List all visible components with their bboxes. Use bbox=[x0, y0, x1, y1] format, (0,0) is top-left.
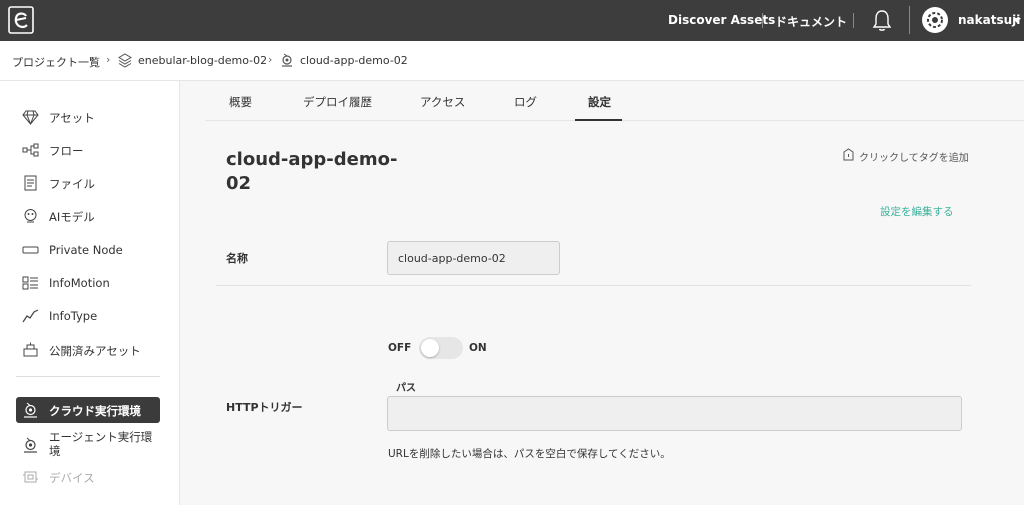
breadcrumb-current: cloud-app-demo-02 bbox=[300, 54, 408, 67]
add-tag-link[interactable]: クリックしてタグを追加 bbox=[859, 149, 969, 164]
tag-icon[interactable] bbox=[843, 148, 854, 161]
breadcrumb-separator: › bbox=[106, 53, 111, 66]
sidebar-item-label: Private Node bbox=[49, 243, 123, 257]
divider bbox=[762, 13, 763, 28]
sidebar-item-cloud-runtime[interactable]: クラウド実行環境 bbox=[16, 397, 160, 423]
tab-logs[interactable]: ログ bbox=[514, 94, 537, 110]
sidebar-item-label: ファイル bbox=[49, 177, 95, 191]
tab-settings[interactable]: 設定 bbox=[588, 94, 611, 110]
http-trigger-label: HTTPトリガー bbox=[226, 401, 303, 414]
user-avatar[interactable] bbox=[922, 7, 948, 33]
ai-model-icon bbox=[24, 209, 37, 223]
cloud-runtime-icon bbox=[24, 402, 37, 418]
cloud-runtime-icon bbox=[282, 53, 292, 67]
private-node-icon bbox=[22, 246, 39, 254]
sidebar-item-label: InfoMotion bbox=[49, 276, 110, 290]
sidebar-item-infotype[interactable]: InfoType bbox=[16, 303, 160, 329]
agent-runtime-icon bbox=[24, 437, 37, 453]
path-hint: URLを削除したい場合は、パスを空白で保存してください。 bbox=[388, 448, 671, 460]
breadcrumb-project-list[interactable]: プロジェクト一覧 bbox=[12, 54, 100, 70]
top-navbar: Discover Assets ドキュメント nakatsuji bbox=[0, 0, 1024, 41]
sidebar-item-files[interactable]: ファイル bbox=[16, 170, 160, 196]
tab-deploy-history[interactable]: デプロイ履歴 bbox=[303, 94, 372, 110]
sidebar-item-label: クラウド実行環境 bbox=[49, 404, 141, 418]
active-tab-indicator bbox=[575, 119, 622, 121]
sidebar-item-label: 公開済みアセット bbox=[49, 344, 141, 358]
enebular-logo[interactable] bbox=[8, 6, 34, 34]
sidebar-divider bbox=[16, 376, 160, 377]
chevron-down-icon[interactable] bbox=[1013, 18, 1021, 23]
name-field[interactable]: cloud-app-demo-02 bbox=[387, 241, 560, 275]
sidebar-item-flows[interactable]: フロー bbox=[16, 137, 160, 163]
flow-icon bbox=[22, 143, 39, 157]
divider bbox=[853, 13, 854, 28]
documents-link[interactable]: ドキュメント bbox=[775, 13, 847, 30]
sidebar-item-devices[interactable]: デバイス bbox=[16, 464, 160, 490]
sidebar-item-label: アセット bbox=[49, 111, 95, 125]
tab-access[interactable]: アクセス bbox=[420, 94, 465, 110]
sidebar-item-label: AIモデル bbox=[49, 210, 95, 224]
device-icon bbox=[23, 471, 38, 483]
toggle-knob bbox=[421, 339, 439, 357]
sidebar-item-private-node[interactable]: Private Node bbox=[16, 237, 160, 263]
divider bbox=[216, 285, 971, 286]
sidebar-item-ai-models[interactable]: AIモデル bbox=[16, 203, 160, 229]
divider bbox=[909, 6, 910, 34]
published-assets-icon bbox=[23, 342, 38, 357]
diamond-icon bbox=[22, 110, 39, 125]
breadcrumb-project[interactable]: enebular-blog-demo-02 bbox=[138, 54, 267, 67]
sidebar-item-label: デバイス bbox=[49, 471, 95, 485]
sidebar-item-label: エージェント実行環境 bbox=[49, 430, 153, 458]
breadcrumb-separator: › bbox=[268, 53, 273, 66]
discover-assets-link[interactable]: Discover Assets bbox=[668, 13, 775, 27]
bell-icon[interactable] bbox=[871, 9, 893, 32]
tab-bar: 概要 デプロイ履歴 アクセス ログ 設定 bbox=[205, 81, 1024, 121]
name-label: 名称 bbox=[226, 252, 248, 265]
user-name[interactable]: nakatsuji bbox=[958, 13, 1020, 27]
sidebar-item-published-assets[interactable]: 公開済みアセット bbox=[16, 337, 160, 363]
toggle-off-label: OFF bbox=[388, 342, 412, 354]
sidebar-item-assets[interactable]: アセット bbox=[16, 104, 160, 130]
sidebar-item-infomotion[interactable]: InfoMotion bbox=[16, 270, 160, 296]
file-icon bbox=[24, 175, 37, 191]
path-field[interactable] bbox=[387, 396, 962, 431]
page-title: cloud-app-demo-02 bbox=[226, 149, 398, 194]
sidebar: アセット フロー ファイル AIモデル Private Node InfoMot… bbox=[0, 81, 180, 505]
sidebar-item-label: フロー bbox=[49, 144, 84, 158]
infotype-icon bbox=[22, 309, 39, 323]
sidebar-item-label: InfoType bbox=[49, 309, 98, 323]
path-label: パス bbox=[396, 383, 416, 394]
sidebar-item-agent-runtime[interactable]: エージェント実行環境 bbox=[16, 429, 160, 459]
infomotion-icon bbox=[22, 276, 38, 290]
http-trigger-toggle[interactable] bbox=[419, 337, 463, 359]
edit-settings-link[interactable]: 設定を編集する bbox=[880, 204, 954, 219]
breadcrumb: プロジェクト一覧 › enebular-blog-demo-02 › cloud… bbox=[0, 41, 1024, 81]
tab-overview[interactable]: 概要 bbox=[229, 94, 252, 110]
toggle-on-label: ON bbox=[469, 342, 487, 354]
layers-icon bbox=[118, 53, 132, 68]
